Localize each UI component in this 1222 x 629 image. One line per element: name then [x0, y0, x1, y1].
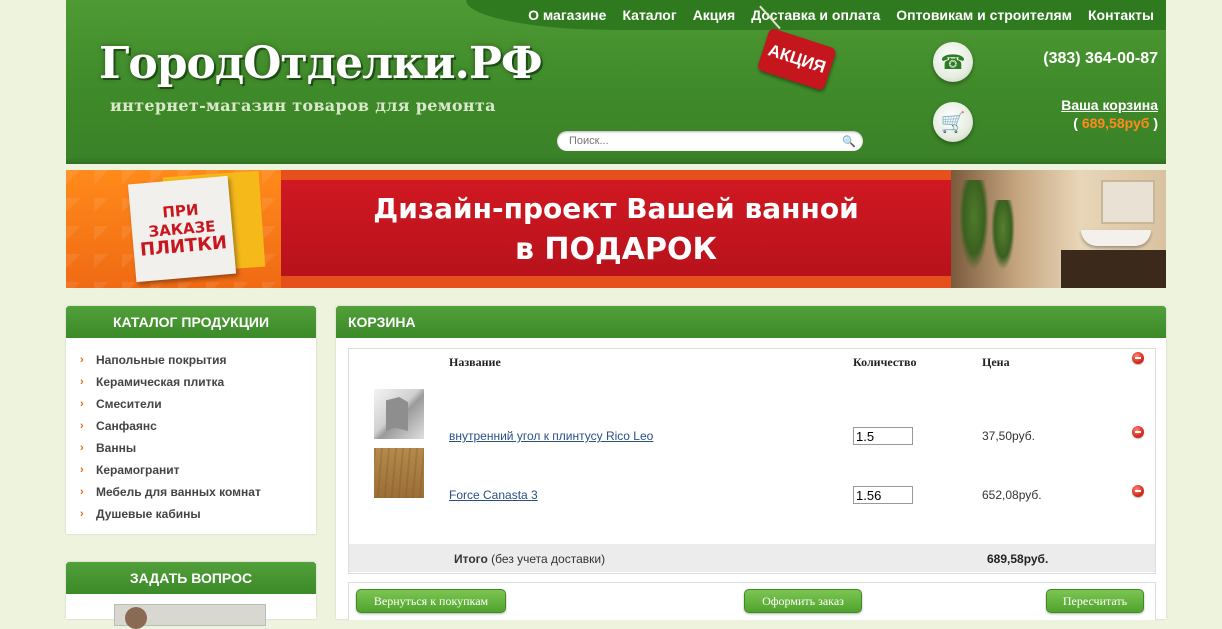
chevron-right-icon: › [80, 508, 84, 520]
site-logo[interactable]: ГородОтделки.РФ [99, 38, 543, 89]
catalog-item-label: Душевые кабины [96, 507, 201, 521]
recalculate-button[interactable]: Пересчитать [1046, 589, 1144, 613]
search-box: 🔍 [557, 131, 863, 151]
product-link[interactable]: Force Canasta 3 [449, 488, 538, 502]
corner-profile-image [386, 397, 408, 431]
catalog-item[interactable]: › Напольные покрытия [80, 349, 316, 371]
promo-tag[interactable]: АКЦИЯ [742, 5, 838, 96]
cart-section: КОРЗИНА Название Количество Цена внутрен… [336, 306, 1166, 620]
product-thumbnail[interactable] [374, 389, 424, 439]
nav-contacts[interactable]: Контакты [1088, 7, 1154, 23]
catalog-item[interactable]: › Ванны [80, 437, 316, 459]
plant-image [991, 200, 1015, 270]
chevron-right-icon: › [80, 442, 84, 454]
ask-question-box: ЗАДАТЬ ВОПРОС [66, 562, 316, 629]
ask-question-title[interactable]: ЗАДАТЬ ВОПРОС [66, 562, 316, 594]
nav-wholesale[interactable]: Оптовикам и строителям [896, 7, 1072, 23]
column-header-price: Цена [982, 355, 1010, 369]
product-thumbnail[interactable] [374, 448, 424, 498]
banner-subheadline: в ПОДАРОК [515, 232, 717, 267]
product-link[interactable]: внутренний угол к плинтусу Rico Leo [449, 429, 653, 443]
promo-banner[interactable]: ПРИ ЗАКАЗЕ ПЛИТКИ Дизайн-проект Вашей ван… [66, 170, 1166, 288]
banner-red-panel: Дизайн-проект Вашей ванной в ПОДАРОК [281, 180, 951, 276]
catalog-title: КАТАЛОГ ПРОДУКЦИИ [66, 306, 316, 338]
item-price: 37,50руб. [982, 429, 1035, 443]
vanity-image [1061, 250, 1166, 288]
checkout-button[interactable]: Оформить заказ [744, 589, 862, 613]
promo-tag-label: АКЦИЯ [756, 27, 837, 91]
column-header-name: Название [449, 355, 501, 369]
header-cart-total: ( 689,58руб ) [1073, 115, 1158, 131]
cart-title: КОРЗИНА [336, 306, 1166, 338]
cart-table: Название Количество Цена внутренний угол… [348, 348, 1156, 574]
avatar [125, 607, 147, 629]
catalog-item-label: Напольные покрытия [96, 353, 227, 367]
banner-bathroom-image [951, 170, 1166, 288]
catalog-item-label: Мебель для ванных комнат [96, 485, 261, 499]
quantity-input[interactable] [853, 427, 913, 445]
search-input[interactable] [567, 134, 831, 148]
clear-cart-icon[interactable] [1132, 352, 1144, 364]
top-nav: О магазине Каталог Акция Доставка и опла… [528, 7, 1154, 23]
search-icon[interactable]: 🔍 [842, 135, 856, 148]
site-tagline: интернет-магазин товаров для ремонта [110, 96, 496, 115]
nav-about[interactable]: О магазине [528, 7, 606, 23]
chevron-right-icon: › [80, 354, 84, 366]
remove-item-icon[interactable] [1132, 426, 1144, 438]
cart-total-amount: 689,58руб [1081, 115, 1150, 131]
banner-card: ПРИ ЗАКАЗЕ ПЛИТКИ [127, 175, 237, 283]
quantity-input[interactable] [853, 486, 913, 504]
banner-card-text: ПРИ ЗАКАЗЕ ПЛИТКИ [130, 198, 234, 261]
total-label: Итого (без учета доставки) [454, 552, 605, 566]
chevron-right-icon: › [80, 376, 84, 388]
cart-actions: Вернуться к покупкам Оформить заказ Пере… [348, 582, 1156, 620]
catalog-list: › Напольные покрытия › Керамическая плитка… [66, 338, 316, 525]
total-value: 689,58руб. [987, 552, 1049, 566]
chevron-right-icon: › [80, 398, 84, 410]
sink-image [1081, 230, 1151, 246]
catalog-item-label: Ванны [96, 441, 137, 455]
catalog-item-label: Керамическая плитка [96, 375, 225, 389]
page: О магазине Каталог Акция Доставка и опла… [66, 0, 1166, 629]
mirror-image [1101, 180, 1155, 224]
catalog-item-label: Смесители [96, 397, 162, 411]
catalog-item-label: Керамогранит [96, 463, 180, 477]
cart-icon[interactable]: 🛒 [933, 102, 973, 142]
catalog-item[interactable]: › Смесители [80, 393, 316, 415]
phone-icon: ☎ [933, 42, 973, 82]
chevron-right-icon: › [80, 420, 84, 432]
catalog-item[interactable]: › Душевые кабины [80, 503, 316, 525]
cart-total-row: Итого (без учета доставки) 689,58руб. [349, 544, 1155, 572]
catalog-box: КАТАЛОГ ПРОДУКЦИИ › Напольные покрытия › К… [66, 306, 316, 534]
catalog-item[interactable]: › Мебель для ванных комнат [80, 481, 316, 503]
item-price: 652,08руб. [982, 488, 1042, 502]
cart-total-close: ) [1149, 115, 1158, 131]
back-to-shopping-button[interactable]: Вернуться к покупкам [356, 589, 506, 613]
catalog-item[interactable]: › Керамическая плитка [80, 371, 316, 393]
catalog-item[interactable]: › Санфаянс [80, 415, 316, 437]
site-header: О магазине Каталог Акция Доставка и опла… [66, 0, 1166, 164]
catalog-item[interactable]: › Керамогранит [80, 459, 316, 481]
phone-number: (383) 364-00-87 [1043, 50, 1158, 67]
consultant-photo [114, 604, 266, 629]
plant-image [959, 180, 989, 270]
nav-catalog[interactable]: Каталог [622, 7, 676, 23]
banner-headline: Дизайн-проект Вашей ванной [373, 192, 859, 225]
chevron-right-icon: › [80, 486, 84, 498]
nav-promo[interactable]: Акция [693, 7, 736, 23]
total-label-note: (без учета доставки) [487, 552, 606, 566]
total-label-bold: Итого [454, 552, 488, 566]
cart-link[interactable]: Ваша корзина [1061, 97, 1158, 113]
catalog-item-label: Санфаянс [96, 419, 157, 433]
chevron-right-icon: › [80, 464, 84, 476]
remove-item-icon[interactable] [1132, 485, 1144, 497]
column-header-qty: Количество [853, 355, 917, 369]
cart-total-open: ( [1073, 115, 1082, 131]
